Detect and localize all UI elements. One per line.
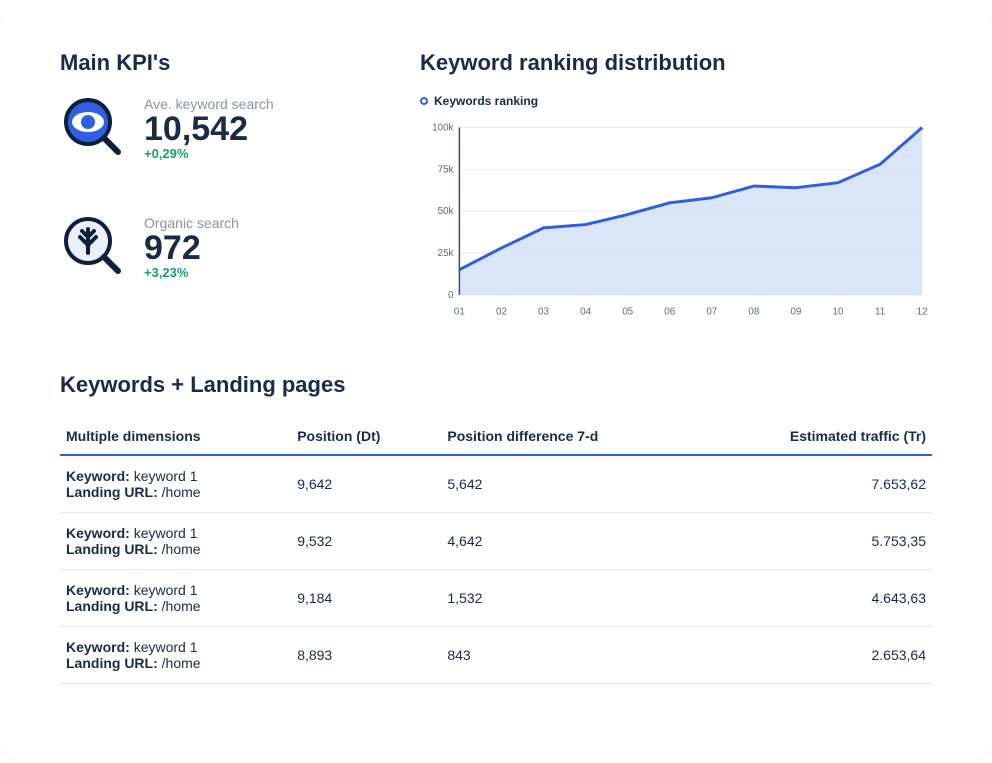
svg-text:04: 04 <box>580 307 591 318</box>
kpi-section-title: Main KPI's <box>60 50 380 76</box>
chart-panel: Keyword ranking distribution Keywords ra… <box>420 50 932 332</box>
svg-text:01: 01 <box>454 307 465 318</box>
svg-text:12: 12 <box>917 307 928 318</box>
kpi-delta: +0,29% <box>144 146 274 161</box>
kpi-avg-keyword: Ave. keyword search 10,542 +0,29% <box>60 94 380 163</box>
cell-position: 8,893 <box>291 627 441 684</box>
eye-search-icon <box>60 94 124 163</box>
legend-marker-icon <box>420 97 428 105</box>
svg-text:50k: 50k <box>438 206 454 217</box>
cell-position: 9,532 <box>291 513 441 570</box>
cell-diff: 1,532 <box>441 570 698 627</box>
kpi-value: 10,542 <box>144 112 274 146</box>
svg-text:03: 03 <box>538 307 549 318</box>
svg-text:25k: 25k <box>438 248 454 259</box>
cell-diff: 843 <box>441 627 698 684</box>
organic-search-icon <box>60 213 124 282</box>
svg-text:02: 02 <box>496 307 507 318</box>
kpi-panel: Main KPI's Ave. keyword search 10,542 +0… <box>60 50 380 332</box>
table-row: Keyword: keyword 1 Landing URL: /home 9,… <box>60 570 932 627</box>
col-traffic: Estimated traffic (Tr) <box>698 418 932 455</box>
kpi-value: 972 <box>144 231 239 265</box>
svg-text:08: 08 <box>748 307 759 318</box>
cell-traffic: 5.753,35 <box>698 513 932 570</box>
table-row: Keyword: keyword 1 Landing URL: /home 9,… <box>60 513 932 570</box>
cell-dimensions: Keyword: keyword 1 Landing URL: /home <box>60 627 291 684</box>
svg-text:0: 0 <box>448 290 454 301</box>
svg-text:100k: 100k <box>432 122 453 133</box>
table-header-row: Multiple dimensions Position (Dt) Positi… <box>60 418 932 455</box>
cell-dimensions: Keyword: keyword 1 Landing URL: /home <box>60 570 291 627</box>
cell-position: 9,642 <box>291 455 441 513</box>
table-row: Keyword: keyword 1 Landing URL: /home 9,… <box>60 455 932 513</box>
cell-traffic: 4.643,63 <box>698 570 932 627</box>
table-row: Keyword: keyword 1 Landing URL: /home 8,… <box>60 627 932 684</box>
kpi-text: Ave. keyword search 10,542 +0,29% <box>144 96 274 161</box>
svg-text:06: 06 <box>664 307 675 318</box>
table-panel: Keywords + Landing pages Multiple dimens… <box>60 372 932 684</box>
keywords-table: Multiple dimensions Position (Dt) Positi… <box>60 418 932 684</box>
svg-text:10: 10 <box>833 307 844 318</box>
dashboard-card: Main KPI's Ave. keyword search 10,542 +0… <box>0 0 992 763</box>
cell-position: 9,184 <box>291 570 441 627</box>
svg-text:09: 09 <box>790 307 801 318</box>
kpi-delta: +3,23% <box>144 265 239 280</box>
cell-traffic: 2.653,64 <box>698 627 932 684</box>
chart-title: Keyword ranking distribution <box>420 50 932 76</box>
cell-dimensions: Keyword: keyword 1 Landing URL: /home <box>60 513 291 570</box>
cell-diff: 5,642 <box>441 455 698 513</box>
svg-text:75k: 75k <box>438 164 454 175</box>
top-row: Main KPI's Ave. keyword search 10,542 +0… <box>60 50 932 332</box>
svg-text:11: 11 <box>875 307 885 318</box>
svg-text:07: 07 <box>706 307 717 318</box>
table-title: Keywords + Landing pages <box>60 372 932 398</box>
svg-text:05: 05 <box>622 307 633 318</box>
kpi-organic-search: Organic search 972 +3,23% <box>60 213 380 282</box>
cell-dimensions: Keyword: keyword 1 Landing URL: /home <box>60 455 291 513</box>
col-dimensions: Multiple dimensions <box>60 418 291 455</box>
cell-traffic: 7.653,62 <box>698 455 932 513</box>
col-position: Position (Dt) <box>291 418 441 455</box>
keyword-ranking-chart: 0 25k 50k 75k 100k 01 02 03 04 05 06 07 08 09 10 11 12 <box>420 116 932 326</box>
cell-diff: 4,642 <box>441 513 698 570</box>
col-diff: Position difference 7-d <box>441 418 698 455</box>
kpi-text: Organic search 972 +3,23% <box>144 215 239 280</box>
chart-legend: Keywords ranking <box>420 94 932 108</box>
legend-label: Keywords ranking <box>434 94 538 108</box>
